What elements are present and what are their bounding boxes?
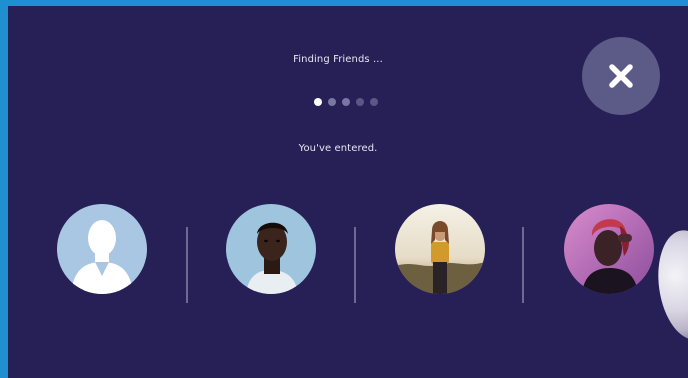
finding-friends-label: Finding Friends ... xyxy=(293,54,383,65)
progress-dot xyxy=(314,98,322,106)
friend-avatar-photo[interactable] xyxy=(226,204,316,294)
avatar-divider xyxy=(186,227,188,303)
profile-photo xyxy=(226,204,316,294)
profile-photo xyxy=(564,204,654,294)
progress-dot xyxy=(342,98,350,106)
entered-status-label: You've entered. xyxy=(298,143,378,154)
progress-dots xyxy=(314,98,378,106)
progress-dot xyxy=(370,98,378,106)
progress-dot xyxy=(328,98,336,106)
partial-avatar-edge xyxy=(651,226,688,344)
default-user-avatar-icon xyxy=(57,204,147,294)
finding-friends-screen: Finding Friends ... You've entered. xyxy=(8,6,688,378)
friend-avatar-default[interactable] xyxy=(57,204,147,294)
avatar-divider xyxy=(354,227,356,303)
progress-dot xyxy=(356,98,364,106)
avatar-divider xyxy=(522,227,524,303)
profile-photo xyxy=(395,204,485,294)
friend-avatar-photo[interactable] xyxy=(564,204,654,294)
close-icon xyxy=(609,64,633,88)
friend-avatar-photo[interactable] xyxy=(395,204,485,294)
close-button[interactable] xyxy=(582,37,660,115)
